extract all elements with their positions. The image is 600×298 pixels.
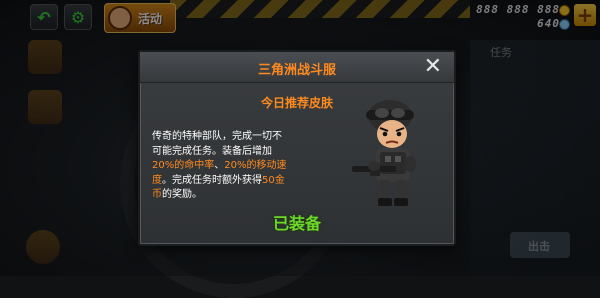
desc-highlight-accuracy: 20%的命中率 <box>152 160 215 171</box>
dialog-title: 三角洲战斗服 <box>257 63 336 78</box>
skin-description: 传奇的特种部队，完成一切不可能完成任务。装备后增加20%的命中率、20%的移动速… <box>152 130 290 203</box>
desc-text: 。完成任务时额外获得 <box>162 174 262 186</box>
equipped-status[interactable]: 已装备 <box>140 210 454 234</box>
desc-text: 、 <box>214 160 225 171</box>
desc-text: 的奖励。 <box>162 189 202 200</box>
skin-dialog: 三角洲战斗服 ✕ 今日推荐皮肤 传奇的特种部队，完成一切不可能完成任务。装备后增… <box>138 50 456 246</box>
close-icon: ✕ <box>423 54 442 79</box>
close-button[interactable]: ✕ <box>424 55 442 79</box>
desc-text: 传奇的特种部队，完成一切不可能完成任务。装备后增加 <box>152 131 282 157</box>
soldier-character-image <box>352 100 416 206</box>
